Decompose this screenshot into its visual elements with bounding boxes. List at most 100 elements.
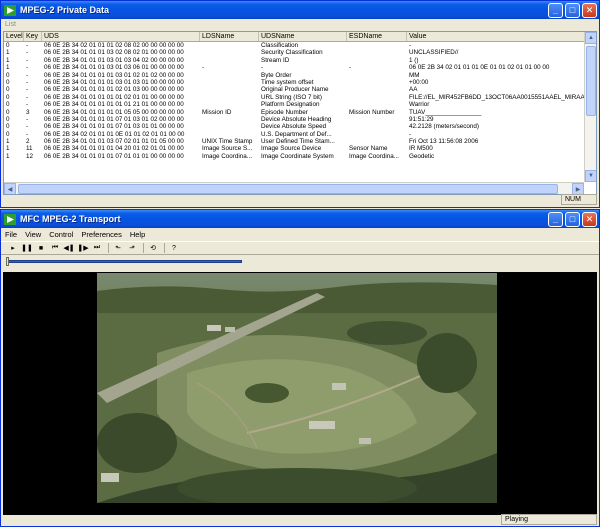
table-row[interactable]: 0 - 06 0E 2B 34 02 01 01 01 02 08 02 00 00… xyxy=(4,42,596,49)
cell-value: Fri Oct 13 11:56:08 2006 xyxy=(409,138,479,146)
cell-key: 2 xyxy=(26,138,30,146)
table-row[interactable]: 1 - 06 0E 2B 34 01 01 01 03 01 03 06 01 00… xyxy=(4,64,596,71)
cell-key: - xyxy=(26,64,29,72)
cell-esdname xyxy=(347,123,407,130)
toolbar-separator xyxy=(108,243,109,253)
cell-level: 0 xyxy=(6,115,10,123)
skip-end-icon[interactable]: ⏭ xyxy=(91,242,103,254)
menu-file[interactable]: File xyxy=(5,230,17,239)
menu-control[interactable]: Control xyxy=(49,230,73,239)
maximize-button[interactable]: □ xyxy=(565,2,580,18)
pause-icon[interactable]: ❚❚ xyxy=(21,242,33,254)
vertical-scrollbar[interactable]: ▲ ▼ xyxy=(584,32,596,182)
cell-level: 0 xyxy=(6,42,10,49)
column-header-ldsname[interactable]: LDSName xyxy=(200,32,259,41)
cell-value: 91:51:29 xyxy=(409,115,434,123)
loop-icon[interactable]: ⟲ xyxy=(147,242,159,254)
table-row[interactable]: 0 - 06 0E 2B 34 01 01 01 01 01 02 01 01 00… xyxy=(4,94,596,101)
table-row[interactable]: 1 - 06 0E 2B 34 01 01 01 03 01 03 04 02 00… xyxy=(4,57,596,64)
private-data-titlebar[interactable]: MPEG-2 Private Data _ □ ✕ xyxy=(1,1,599,19)
column-header-udsname[interactable]: UDSName xyxy=(259,32,347,41)
cell-level: 0 xyxy=(6,101,10,109)
vertical-scroll-thumb[interactable] xyxy=(586,46,596,116)
cell-ldsname: Image Source S... xyxy=(202,145,253,153)
table-row[interactable]: 0 - 06 0E 2B 34 01 01 01 01 02 01 03 00 00… xyxy=(4,86,596,93)
column-header-esdname[interactable]: ESDName xyxy=(347,32,407,41)
minimize-button[interactable]: _ xyxy=(548,2,563,18)
seek-slider[interactable] xyxy=(7,260,242,263)
cell-ldsname xyxy=(200,123,259,130)
table-row[interactable]: 0 - 06 0E 2B 34 01 01 01 01 01 01 21 01 00… xyxy=(4,101,596,108)
cell-key: - xyxy=(26,101,29,109)
column-header-uds[interactable]: UDS xyxy=(42,32,200,41)
table-row[interactable]: 1 11 06 0E 2B 34 01 01 01 01 04 20 01 02 0… xyxy=(4,145,596,152)
mark-out-icon[interactable]: ⬏ xyxy=(126,242,138,254)
scroll-down-icon[interactable]: ▼ xyxy=(585,170,596,182)
cell-level: 1 xyxy=(6,49,10,57)
maximize-button[interactable]: □ xyxy=(565,211,580,227)
cell-key: - xyxy=(26,56,29,64)
cell-level: 0 xyxy=(6,78,10,86)
cell-level: 0 xyxy=(6,108,10,116)
cell-value: MM xyxy=(409,71,420,79)
cell-udsname: Device Absolute Heading xyxy=(261,115,332,123)
seek-thumb[interactable] xyxy=(6,257,9,266)
column-header-level[interactable]: Level xyxy=(4,32,24,41)
menu-view[interactable]: View xyxy=(25,230,41,239)
step-forward-icon[interactable]: ❚▶ xyxy=(77,242,89,254)
cell-key: - xyxy=(26,130,29,138)
cell-level: 1 xyxy=(6,152,10,160)
scroll-up-icon[interactable]: ▲ xyxy=(585,32,596,44)
table-row[interactable]: 0 - 06 0E 2B 34 01 01 01 01 03 01 02 01 02… xyxy=(4,72,596,79)
cell-level: 0 xyxy=(6,123,10,131)
video-frame[interactable] xyxy=(3,272,597,515)
cell-udsname: Time system offset xyxy=(261,78,314,86)
cell-value: - xyxy=(409,42,412,49)
table-row[interactable]: 1 2 06 0E 2B 34 01 01 01 03 07 02 01 01 01… xyxy=(4,138,596,145)
cell-key: - xyxy=(26,123,29,131)
menu-help[interactable]: Help xyxy=(130,230,145,239)
cell-esdname xyxy=(347,72,407,79)
table-row[interactable]: 0 - 06 0E 2B 34 01 01 01 01 07 01 03 01 02… xyxy=(4,116,596,123)
horizontal-scrollbar[interactable]: ◀ ▶ xyxy=(4,182,584,194)
close-button[interactable]: ✕ xyxy=(582,211,597,227)
cell-ldsname xyxy=(200,72,259,79)
cell-value: FILE://EL_MIR452FB6DD_13OCT06AA0015551AA… xyxy=(409,93,585,101)
close-button[interactable]: ✕ xyxy=(582,2,597,18)
private-data-window: MPEG-2 Private Data _ □ ✕ List Level Key… xyxy=(0,0,600,208)
horizontal-scroll-thumb[interactable] xyxy=(18,184,558,194)
cell-key: - xyxy=(26,71,29,79)
table-row[interactable]: 0 - 06 0E 2B 34 01 01 01 01 07 01 03 01 01… xyxy=(4,123,596,130)
step-back-icon[interactable]: ◀❚ xyxy=(63,242,75,254)
mark-in-icon[interactable]: ⬑ xyxy=(112,242,124,254)
cell-uds: 06 0E 2B 34 01 01 01 01 07 01 03 01 01 0… xyxy=(44,123,184,131)
minimize-button[interactable]: _ xyxy=(548,211,563,227)
column-header-key[interactable]: Key xyxy=(24,32,42,41)
status-bar: NUM xyxy=(3,194,597,205)
play-icon[interactable]: ▸ xyxy=(7,242,19,254)
app-icon xyxy=(4,213,16,225)
toolbar-separator xyxy=(164,243,165,253)
app-icon xyxy=(4,4,16,16)
table-row[interactable]: 0 - 06 0E 2B 34 01 01 01 01 03 01 03 01 00… xyxy=(4,79,596,86)
info-icon[interactable]: ? xyxy=(168,242,180,254)
column-header-value[interactable]: Value xyxy=(407,32,585,41)
stop-icon[interactable]: ■ xyxy=(35,242,47,254)
cell-udsname: Original Producer Name xyxy=(261,86,329,94)
window-title: MFC MPEG-2 Transport xyxy=(20,214,121,224)
cell-udsname: - xyxy=(261,64,264,72)
transport-titlebar[interactable]: MFC MPEG-2 Transport _ □ ✕ xyxy=(1,210,599,228)
table-row[interactable]: 0 3 06 0E 2B 34 01 01 01 01 01 05 05 00 00… xyxy=(4,109,596,116)
cell-ldsname: - xyxy=(202,64,205,72)
skip-start-icon[interactable]: ⏮ xyxy=(49,242,61,254)
table-row[interactable]: 1 - 06 0E 2B 34 01 01 01 03 02 08 02 01 00… xyxy=(4,49,596,56)
table-row[interactable]: 0 - 06 0E 2B 34 02 01 01 01 0E 01 01 02 01… xyxy=(4,131,596,138)
cell-udsname: Stream ID xyxy=(261,56,290,64)
cell-udsname: Byte Order xyxy=(261,71,292,79)
table-row[interactable]: 1 12 06 0E 2B 34 01 01 01 01 07 01 01 01 0… xyxy=(4,153,596,160)
cell-value: UNCLASSIFIED// xyxy=(409,49,459,57)
cell-udsname: Platform Designation xyxy=(261,101,320,109)
cell-value: AA xyxy=(409,86,418,94)
menu-preferences[interactable]: Preferences xyxy=(81,230,121,239)
data-grid[interactable]: Level Key UDS LDSName UDSName ESDName Va… xyxy=(3,31,597,195)
